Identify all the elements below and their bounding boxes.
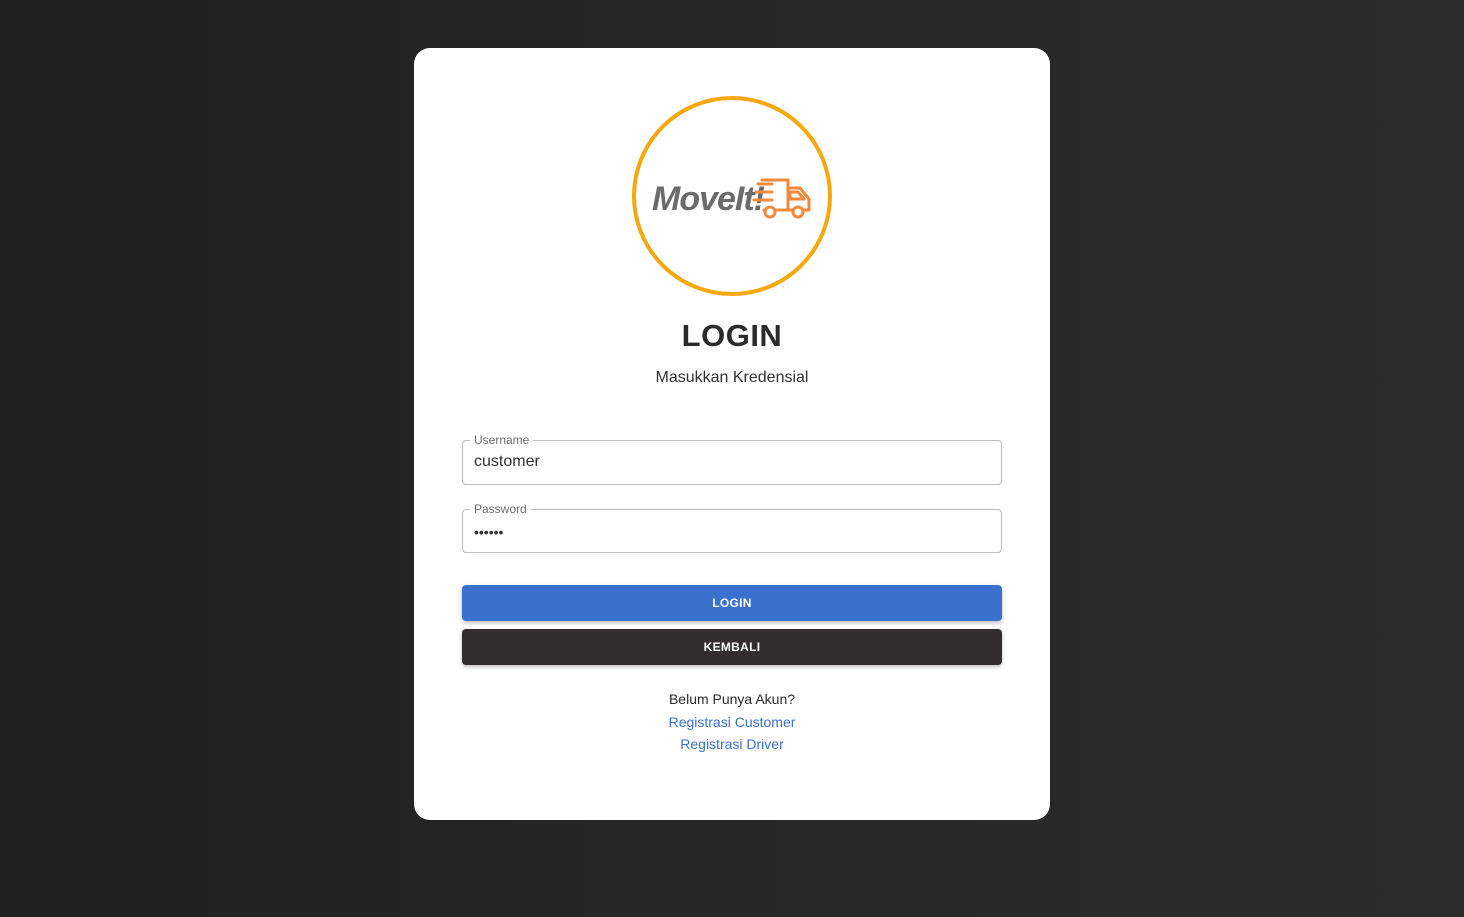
moveit-logo: MoveIt! — [652, 178, 811, 219]
login-card: MoveIt! LOGIN Masukkan Kredensial Userna… — [414, 48, 1050, 820]
svg-text:MoveIt!: MoveIt! — [652, 180, 765, 218]
register-driver-link[interactable]: Registrasi Driver — [680, 736, 783, 752]
register-driver-row: Registrasi Driver — [414, 735, 1050, 753]
username-field[interactable]: Username customer — [462, 432, 1002, 485]
login-button[interactable]: LOGIN — [462, 585, 1002, 621]
page-title: LOGIN — [681, 318, 783, 353]
page-subtitle: Masukkan Kredensial — [655, 369, 809, 386]
register-customer-link[interactable]: Registrasi Customer — [669, 714, 796, 730]
back-button[interactable]: KEMBALI — [462, 629, 1002, 665]
register-customer-row: Registrasi Customer — [414, 713, 1050, 731]
username-label: Username — [470, 432, 534, 448]
no-account-text: Belum Punya Akun? — [668, 691, 796, 707]
password-field[interactable]: Password •••••• — [462, 501, 1002, 553]
username-input[interactable]: customer — [474, 452, 540, 472]
brand-logo: MoveIt! — [632, 96, 832, 296]
password-label: Password — [470, 501, 531, 517]
password-input[interactable]: •••••• — [474, 522, 503, 542]
